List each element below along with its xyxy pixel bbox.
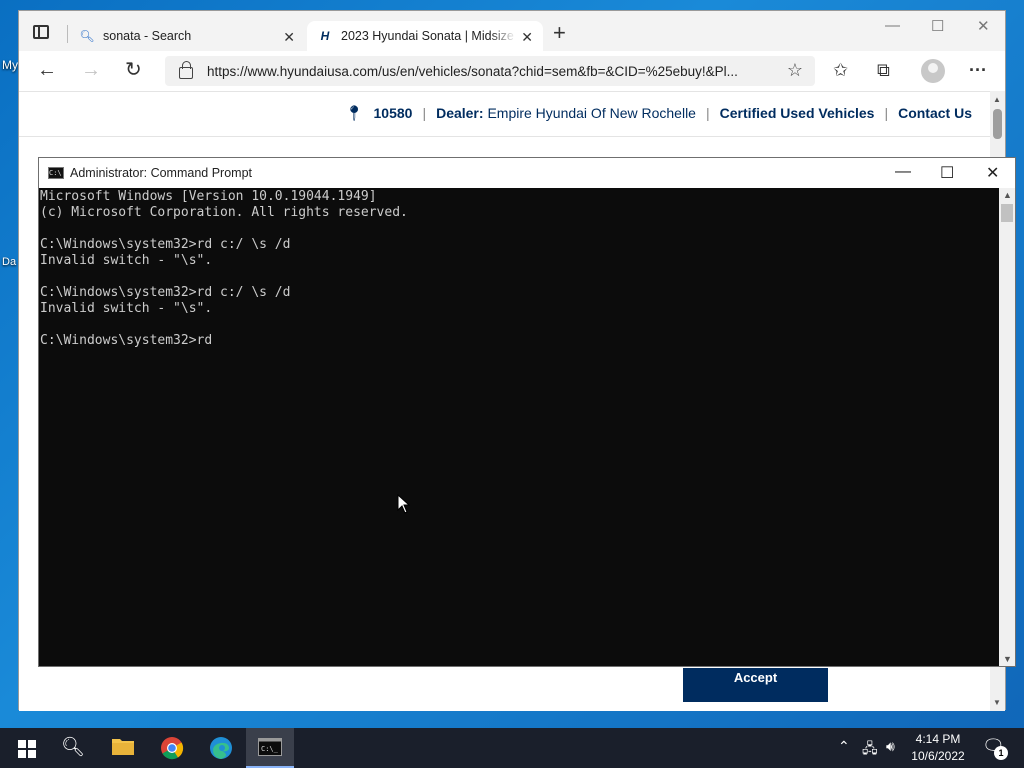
dealer-label: Dealer: [436,105,484,121]
search-icon[interactable]: 🔍︎ [60,736,86,760]
desktop-icon-label: Da [2,256,17,268]
tab-actions-icon[interactable] [33,25,49,39]
cmd-taskbar-icon: C:\_ [258,738,282,756]
scroll-down-icon[interactable]: ▼ [993,698,1001,707]
console-line: C:\Windows\system32>rd [40,333,213,348]
clock-time: 4:14 PM [915,732,961,746]
close-tab-icon[interactable]: ✕ [521,29,533,46]
forward-icon[interactable]: → [81,59,101,81]
certified-used-link[interactable]: Certified Used Vehicles [720,105,875,121]
volume-icon[interactable]: 🔊︎ [886,738,895,755]
edge-icon[interactable] [208,736,234,760]
svg-text:C:\_: C:\_ [261,745,279,753]
divider [19,136,992,137]
taskbar: 🔍︎ C:\_ ⌃ 🖧︎ 🔊︎ 4:14 PM 10/6/2022 🗨︎ 1 [0,728,1024,768]
tab-title: 2023 Hyundai Sonata | Midsize Sedan [341,29,516,43]
system-clock[interactable]: 4:14 PM 10/6/2022 [900,731,976,765]
console-line: Microsoft Windows [Version 10.0.19044.19… [40,189,377,204]
tab-bar: 🔍︎ sonata - Search ✕ H 2023 Hyundai Sona… [19,11,1005,51]
cmd-title-bar[interactable]: C:\ Administrator: Command Prompt — ☐ ✕ [39,158,1015,188]
scroll-up-icon[interactable]: ▲ [993,95,1001,104]
show-hidden-icons[interactable]: ⌃ [838,738,850,755]
network-icon[interactable]: 🖧︎ [862,738,878,762]
mouse-cursor-icon [397,494,411,514]
chrome-icon[interactable] [159,736,185,760]
minimize-icon[interactable]: — [895,163,911,181]
search-icon: 🔍︎ [79,29,95,43]
profile-avatar[interactable] [921,59,945,83]
tab-separator [67,25,68,43]
close-icon[interactable]: ✕ [986,163,999,183]
console-line: Invalid switch - "\s". [40,253,213,268]
command-prompt-window[interactable]: C:\ Administrator: Command Prompt — ☐ ✕ … [38,157,1016,667]
back-icon[interactable]: ← [37,59,57,81]
scroll-up-icon[interactable]: ▲ [1003,190,1012,200]
lock-icon[interactable] [179,61,193,79]
add-favorite-icon[interactable]: ☆ [787,60,803,81]
taskbar-cmd-active[interactable]: C:\_ [246,728,294,768]
hyundai-logo-icon: H [320,29,330,43]
tab-search[interactable]: 🔍︎ sonata - Search ✕ [75,21,305,51]
collections-icon[interactable]: ⧉ [877,60,890,81]
clock-date: 10/6/2022 [911,749,965,763]
dealer-bar: 📍︎ 10580 | Dealer: Empire Hyundai Of New… [344,104,972,122]
cmd-icon: C:\ [48,167,64,179]
dealer-name: Empire Hyundai Of New Rochelle [487,105,696,121]
tab-hyundai[interactable]: H 2023 Hyundai Sonata | Midsize Sedan ✕ [307,21,543,51]
scroll-thumb[interactable] [993,109,1002,139]
file-explorer-icon[interactable] [110,736,136,760]
notification-badge: 1 [994,746,1008,760]
address-bar[interactable]: https://www.hyundaiusa.com/us/en/vehicle… [165,56,815,86]
desktop-icon-label: My [2,58,18,72]
start-button[interactable] [14,736,40,760]
divider: | [705,105,710,121]
cmd-title: Administrator: Command Prompt [70,166,253,180]
console-line: (c) Microsoft Corporation. All rights re… [40,205,408,220]
console-line: Invalid switch - "\s". [40,301,213,316]
divider: | [884,105,889,121]
tab-title: sonata - Search [103,29,192,43]
accept-button[interactable]: Accept [683,668,828,702]
url-text: https://www.hyundaiusa.com/us/en/vehicle… [207,63,738,79]
new-tab-button[interactable]: + [553,22,566,44]
console-line: C:\Windows\system32>rd c:/ \s /d [40,237,291,252]
maximize-icon[interactable]: ☐ [940,163,954,183]
favorites-icon[interactable]: ✩ [833,60,848,81]
minimize-icon[interactable]: — [885,17,900,34]
zip-code[interactable]: 10580 [374,105,413,121]
console-line: C:\Windows\system32>rd c:/ \s /d [40,285,291,300]
close-tab-icon[interactable]: ✕ [283,29,295,46]
address-bar-row: ← → ↻ https://www.hyundaiusa.com/us/en/v… [19,51,1005,91]
location-pin-icon: 📍︎ [344,105,364,122]
more-options-icon[interactable]: ··· [969,60,987,81]
contact-us-link[interactable]: Contact Us [898,105,972,121]
scroll-down-icon[interactable]: ▼ [1003,654,1012,664]
divider: | [422,105,427,121]
cmd-scrollbar[interactable]: ▲ ▼ [999,188,1015,666]
refresh-icon[interactable]: ↻ [125,59,142,81]
scroll-thumb[interactable] [1001,204,1013,222]
maximize-icon[interactable]: ☐ [931,17,944,35]
cmd-output[interactable]: Microsoft Windows [Version 10.0.19044.19… [39,188,999,666]
close-icon[interactable]: ✕ [977,17,990,35]
dealer-info[interactable]: Dealer: Empire Hyundai Of New Rochelle [436,105,696,121]
